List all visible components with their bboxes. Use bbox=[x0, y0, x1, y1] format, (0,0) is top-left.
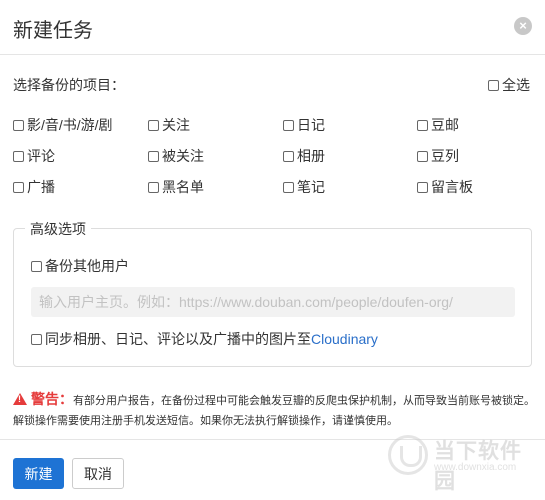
checkbox-icon[interactable] bbox=[13, 181, 24, 193]
cloudinary-link[interactable]: Cloudinary bbox=[311, 331, 378, 347]
checkbox-icon[interactable] bbox=[148, 119, 159, 131]
backup-item-label: 黑名单 bbox=[162, 179, 204, 195]
checkbox-icon[interactable] bbox=[283, 150, 294, 162]
backup-item-label: 评论 bbox=[27, 148, 55, 164]
advanced-options-legend: 高级选项 bbox=[25, 219, 91, 239]
warning-text: 有部分用户报告，在备份过程中可能会触发豆瓣的反爬虫保护机制，从而导致当前账号被锁… bbox=[13, 395, 535, 427]
checkbox-icon[interactable] bbox=[31, 260, 42, 272]
create-button[interactable]: 新建 bbox=[13, 458, 64, 489]
checkbox-icon[interactable] bbox=[488, 79, 499, 91]
close-icon[interactable]: × bbox=[514, 17, 532, 35]
dialog-header: 新建任务 × bbox=[0, 0, 545, 55]
backup-item-followers[interactable]: 被关注 bbox=[148, 146, 204, 166]
backup-other-users-label: 备份其他用户 bbox=[45, 258, 129, 274]
sync-images-checkbox[interactable]: 同步相册、日记、评论以及广播中的图片至 Cloudinary bbox=[31, 329, 378, 349]
backup-item-guestbook[interactable]: 留言板 bbox=[417, 177, 473, 197]
backup-item-broadcast[interactable]: 广播 bbox=[13, 177, 55, 197]
dialog-title: 新建任务 bbox=[13, 20, 93, 42]
backup-item-label: 关注 bbox=[162, 117, 190, 133]
backup-item-following[interactable]: 关注 bbox=[148, 115, 190, 135]
user-url-input[interactable] bbox=[31, 287, 515, 317]
select-all-checkbox[interactable]: 全选 bbox=[488, 75, 530, 95]
checkbox-icon[interactable] bbox=[417, 150, 428, 162]
checkbox-icon[interactable] bbox=[13, 119, 24, 131]
backup-item-media[interactable]: 影/音/书/游/剧 bbox=[13, 115, 113, 135]
sync-images-label: 同步相册、日记、评论以及广播中的图片至 bbox=[45, 331, 311, 347]
backup-other-users-checkbox[interactable]: 备份其他用户 bbox=[31, 256, 129, 276]
backup-item-blacklist[interactable]: 黑名单 bbox=[148, 177, 204, 197]
backup-item-label: 广播 bbox=[27, 179, 55, 195]
watermark-url: www.downxia.com bbox=[434, 462, 517, 473]
select-all-label: 全选 bbox=[502, 77, 530, 93]
checkbox-icon[interactable] bbox=[31, 333, 42, 345]
backup-item-notes[interactable]: 笔记 bbox=[283, 177, 325, 197]
backup-items-label: 选择备份的项目： bbox=[13, 77, 125, 93]
backup-item-label: 豆邮 bbox=[431, 117, 459, 133]
checkbox-icon[interactable] bbox=[283, 181, 294, 193]
watermark-logo: 当下软件园 www.downxia.com bbox=[388, 433, 538, 493]
backup-item-doumail[interactable]: 豆邮 bbox=[417, 115, 459, 135]
warning-message: 警告：有部分用户报告，在备份过程中可能会触发豆瓣的反爬虫保护机制，从而导致当前账… bbox=[13, 389, 535, 431]
backup-item-doulists[interactable]: 豆列 bbox=[417, 146, 459, 166]
backup-item-label: 豆列 bbox=[431, 148, 459, 164]
checkbox-icon[interactable] bbox=[148, 150, 159, 162]
cancel-button[interactable]: 取消 bbox=[72, 458, 124, 489]
checkbox-icon[interactable] bbox=[417, 119, 428, 131]
backup-item-label: 影/音/书/游/剧 bbox=[27, 117, 113, 133]
checkbox-icon[interactable] bbox=[417, 181, 428, 193]
backup-item-reviews[interactable]: 评论 bbox=[13, 146, 55, 166]
backup-item-label: 被关注 bbox=[162, 148, 204, 164]
backup-item-albums[interactable]: 相册 bbox=[283, 146, 325, 166]
backup-item-label: 笔记 bbox=[297, 179, 325, 195]
checkbox-icon[interactable] bbox=[13, 150, 24, 162]
checkbox-icon[interactable] bbox=[148, 181, 159, 193]
backup-item-label: 相册 bbox=[297, 148, 325, 164]
backup-item-label: 留言板 bbox=[431, 179, 473, 195]
warning-title: 警告： bbox=[31, 391, 73, 407]
backup-item-label: 日记 bbox=[297, 117, 325, 133]
checkbox-icon[interactable] bbox=[283, 119, 294, 131]
watermark-icon bbox=[388, 435, 428, 475]
backup-item-diary[interactable]: 日记 bbox=[283, 115, 325, 135]
warning-icon bbox=[13, 393, 27, 405]
